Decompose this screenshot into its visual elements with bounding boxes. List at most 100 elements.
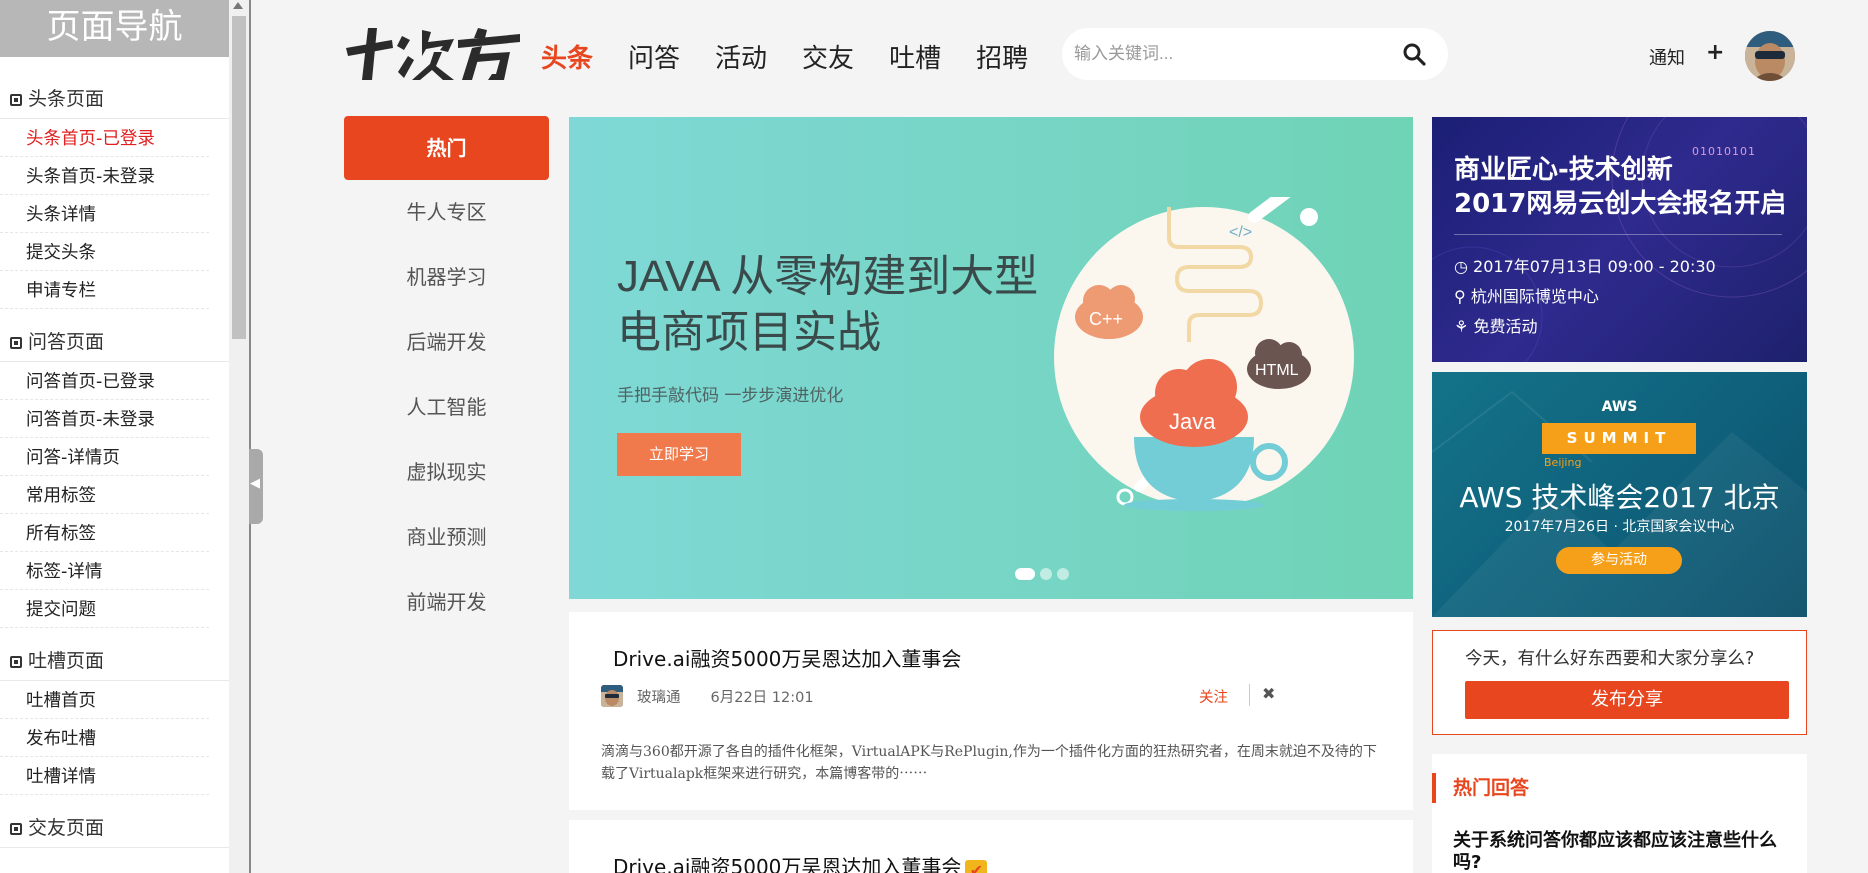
nav-tab-headlines[interactable]: 头条	[541, 38, 593, 75]
category-item[interactable]: 人工智能	[344, 375, 549, 440]
nav-item[interactable]: 吐槽详情	[0, 757, 209, 795]
nav-item[interactable]: 吐槽首页	[0, 681, 209, 719]
nav-item[interactable]: 常用标签	[0, 476, 209, 514]
category-item[interactable]: 虚拟现实	[344, 440, 549, 505]
ad-subtitle: 2017年7月26日 · 北京国家会议中心	[1504, 519, 1735, 535]
nav-item[interactable]: 头条首页-未登录	[0, 157, 209, 195]
follow-button[interactable]: 关注	[1199, 686, 1228, 707]
search-box	[1062, 28, 1448, 80]
collapse-box-icon	[10, 823, 22, 835]
nav-item[interactable]: 提交问题	[0, 590, 209, 628]
nav-item[interactable]: 问答首页-已登录	[0, 362, 209, 400]
nav-section-qa: 问答页面 问答首页-已登录 问答首页-未登录 问答-详情页 常用标签 所有标签 …	[0, 323, 229, 628]
publish-share-button[interactable]: 发布分享	[1465, 681, 1789, 719]
ad-aws-summit[interactable]: AWS SUMMIT Beijing AWS 技术峰会2017 北京 2017年…	[1432, 372, 1807, 617]
close-icon[interactable]: ✖	[1262, 684, 1275, 703]
join-event-button[interactable]: 参与活动	[1556, 547, 1682, 574]
carousel-dot[interactable]	[1057, 568, 1069, 580]
author-name[interactable]: 玻璃通	[637, 686, 681, 707]
search-input[interactable]	[1074, 41, 1394, 67]
category-item[interactable]: 前端开发	[344, 570, 549, 635]
nav-tab-friends[interactable]: 交友	[802, 38, 854, 75]
person-icon: ⚘	[1454, 317, 1474, 336]
aws-label: AWS	[1601, 399, 1638, 415]
category-item[interactable]: 机器学习	[344, 245, 549, 310]
site-logo[interactable]	[344, 26, 522, 82]
collapse-left-icon: ◀	[250, 476, 260, 491]
carousel-dot[interactable]	[1015, 568, 1035, 580]
nav-section-title[interactable]: 问答页面	[0, 323, 229, 362]
ad-divider	[1454, 234, 1782, 235]
code-tag-icon: </>	[1229, 224, 1252, 241]
nav-item[interactable]: 提交头条	[0, 233, 209, 271]
hero-banner[interactable]: JAVA 从零构建到大型 电商项目实战 手把手敲代码 一步步演进优化 立即学习 …	[569, 117, 1413, 599]
cloud-java-label: Java	[1169, 409, 1216, 434]
nav-section-friends: 交友页面	[0, 809, 229, 848]
banner-subtitle: 手把手敲代码 一步步演进优化	[617, 386, 844, 406]
nav-item[interactable]: 头条首页-已登录	[0, 119, 209, 157]
category-hot-button[interactable]: 热门	[344, 116, 549, 180]
nav-tab-jobs[interactable]: 招聘	[976, 38, 1028, 75]
collapse-box-icon	[10, 94, 22, 106]
nav-item[interactable]: 发布吐槽	[0, 719, 209, 757]
ad-title: 商业匠心-技术创新 2017网易云创大会报名开启	[1454, 155, 1787, 219]
article-title[interactable]: Drive.ai融资5000万吴恩达加入董事会 ✔	[613, 851, 988, 873]
nav-tab-events[interactable]: 活动	[715, 38, 767, 75]
search-icon[interactable]	[1402, 42, 1426, 66]
location-pin-icon: ⚲	[1454, 287, 1471, 306]
carousel-dots	[1015, 568, 1069, 580]
ad-time: ◷ 2017年07月13日 09:00 - 20:30	[1454, 257, 1716, 276]
collapse-box-icon	[10, 656, 22, 668]
nav-tab-qa[interactable]: 问答	[628, 38, 680, 75]
verified-badge-icon: ✔	[965, 860, 988, 873]
hot-answers-title: 热门回答	[1432, 773, 1529, 803]
ad-place: ⚲ 杭州国际博览中心	[1454, 287, 1599, 306]
nav-item[interactable]: 标签-详情	[0, 552, 209, 590]
nav-tab-rants[interactable]: 吐槽	[889, 38, 941, 75]
page-navigation-panel: 页面导航 头条页面 头条首页-已登录 头条首页-未登录 头条详情 提交头条 申请…	[0, 0, 251, 873]
ad-netease-conference[interactable]: 01010101 商业匠心-技术创新 2017网易云创大会报名开启 ◷ 2017…	[1432, 117, 1807, 362]
article-card: Drive.ai融资5000万吴恩达加入董事会 玻璃通 6月22日 12:01 …	[569, 612, 1413, 810]
share-box: 今天，有什么好东西要和大家分享么? 发布分享	[1432, 630, 1807, 735]
nav-section-title[interactable]: 交友页面	[0, 809, 229, 848]
nav-item[interactable]: 问答-详情页	[0, 438, 209, 476]
hot-answer-question[interactable]: 关于系统问答你都应该都应该注意些什么吗?	[1453, 830, 1793, 873]
nav-item[interactable]: 所有标签	[0, 514, 209, 552]
scrollbar-thumb[interactable]	[232, 16, 246, 339]
ad-free: ⚘ 免费活动	[1454, 317, 1538, 336]
cloud-html-label: HTML	[1255, 362, 1299, 379]
learn-now-button[interactable]: 立即学习	[617, 433, 741, 476]
user-avatar[interactable]	[1745, 31, 1795, 81]
collapse-box-icon	[10, 337, 22, 349]
summit-label: SUMMIT	[1542, 423, 1696, 454]
article-meta: 玻璃通 6月22日 12:01	[601, 684, 814, 708]
collapse-sidenav-button[interactable]: ◀	[249, 449, 263, 524]
plus-icon[interactable]: +	[1706, 40, 1724, 65]
category-item[interactable]: 商业预测	[344, 505, 549, 570]
scroll-up-arrow-icon[interactable]	[233, 2, 243, 9]
main-nav: 头条 问答 活动 交友 吐槽 招聘	[541, 38, 1063, 75]
nav-item[interactable]: 问答首页-未登录	[0, 400, 209, 438]
cloud-cpp: C++	[1075, 285, 1143, 339]
category-item[interactable]: 后端开发	[344, 310, 549, 375]
nav-section-headlines: 头条页面 头条首页-已登录 头条首页-未登录 头条详情 提交头条 申请专栏	[0, 80, 229, 309]
nav-section-title[interactable]: 头条页面	[0, 80, 229, 119]
nav-item[interactable]: 头条详情	[0, 195, 209, 233]
nav-item[interactable]: 申请专栏	[0, 271, 209, 309]
post-date: 6月22日 12:01	[710, 689, 814, 706]
banner-title: JAVA 从零构建到大型 电商项目实战	[617, 252, 1039, 357]
nav-section-title[interactable]: 吐槽页面	[0, 642, 229, 681]
article-card: Drive.ai融资5000万吴恩达加入董事会 ✔	[569, 820, 1413, 873]
share-prompt: 今天，有什么好东西要和大家分享么?	[1465, 649, 1755, 669]
notifications-link[interactable]: 通知	[1649, 44, 1685, 70]
sidenav-scrollbar[interactable]	[229, 0, 249, 873]
ad-title: AWS 技术峰会2017 北京	[1459, 481, 1780, 514]
beijing-label: Beijing	[1544, 456, 1582, 469]
page-navigation-title: 页面导航	[0, 0, 229, 57]
article-excerpt: 滴滴与360都开源了各自的插件化框架，VirtualAPK与RePlugin,作…	[601, 744, 1377, 782]
article-title[interactable]: Drive.ai融资5000万吴恩达加入董事会	[613, 643, 961, 672]
author-avatar[interactable]	[601, 685, 623, 707]
carousel-dot[interactable]	[1040, 568, 1052, 580]
category-item[interactable]: 牛人专区	[344, 180, 549, 245]
java-cup-illustration: C++ HTML </> Java	[1054, 197, 1354, 511]
